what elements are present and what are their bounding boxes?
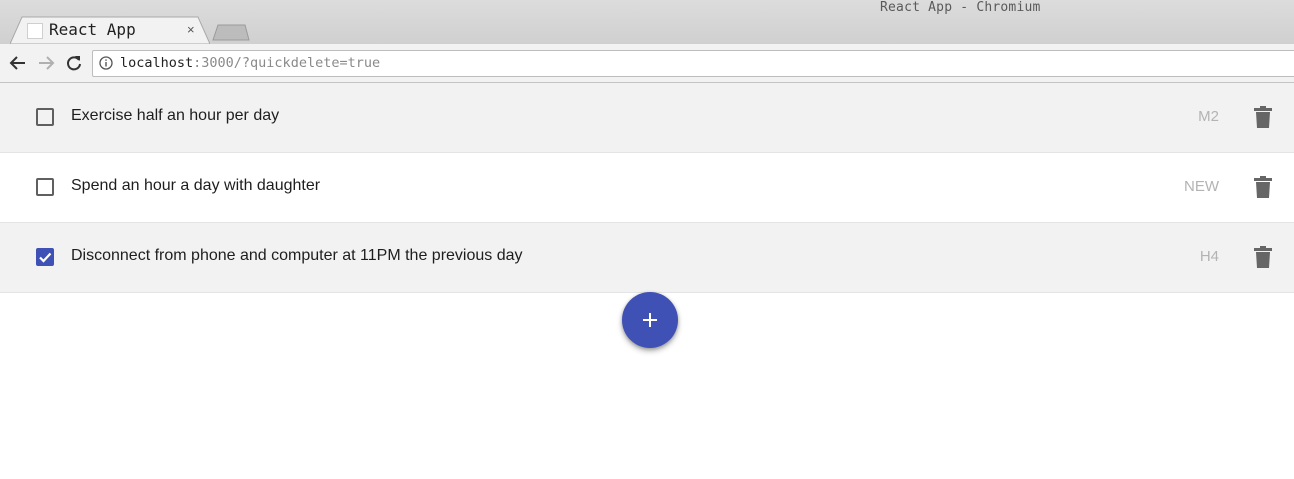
todo-checkbox-checked[interactable] — [36, 248, 54, 266]
todo-text: Spend an hour a day with daughter — [71, 177, 321, 194]
todo-checkbox[interactable] — [36, 108, 54, 126]
delete-trash-icon[interactable] — [1254, 246, 1272, 268]
todo-list: Exercise half an hour per day M2 Spend a… — [0, 83, 1294, 293]
checkmark-icon — [39, 252, 52, 263]
reload-button[interactable] — [63, 52, 85, 74]
forward-arrow-icon — [39, 56, 55, 70]
tab-close-icon[interactable]: × — [187, 22, 195, 37]
reload-icon — [67, 56, 81, 71]
browser-toolbar: localhost:3000/?quickdelete=true — [0, 44, 1294, 83]
todo-tag: NEW — [1184, 178, 1219, 195]
window-title: React App - Chromium — [880, 0, 1041, 15]
tab-react-app[interactable]: React App × — [10, 16, 210, 44]
delete-trash-icon[interactable] — [1254, 176, 1272, 198]
add-todo-button[interactable] — [622, 292, 678, 348]
delete-trash-icon[interactable] — [1254, 106, 1272, 128]
favicon-icon — [27, 23, 43, 39]
new-tab-button[interactable] — [212, 24, 250, 41]
todo-row: Disconnect from phone and computer at 11… — [0, 223, 1294, 293]
todo-text: Disconnect from phone and computer at 11… — [71, 247, 523, 264]
url-path: :3000/?quickdelete=true — [193, 55, 381, 71]
todo-tag: H4 — [1199, 248, 1219, 265]
browser-titlebar: React App - Chromium React App × — [0, 0, 1294, 44]
todo-checkbox[interactable] — [36, 178, 54, 196]
todo-row: Spend an hour a day with daughter NEW — [0, 153, 1294, 223]
back-button[interactable] — [7, 52, 29, 74]
address-bar[interactable]: localhost:3000/?quickdelete=true — [92, 50, 1294, 77]
todo-text: Exercise half an hour per day — [71, 107, 280, 124]
info-icon[interactable] — [99, 56, 113, 70]
back-arrow-icon — [9, 56, 25, 70]
todo-tag: M2 — [1198, 108, 1219, 125]
plus-icon — [643, 313, 657, 327]
todo-row: Exercise half an hour per day M2 — [0, 83, 1294, 153]
url-text[interactable]: localhost:3000/?quickdelete=true — [120, 55, 380, 71]
forward-button[interactable] — [35, 52, 57, 74]
tab-label: React App — [49, 20, 136, 39]
url-host: localhost — [120, 55, 194, 71]
